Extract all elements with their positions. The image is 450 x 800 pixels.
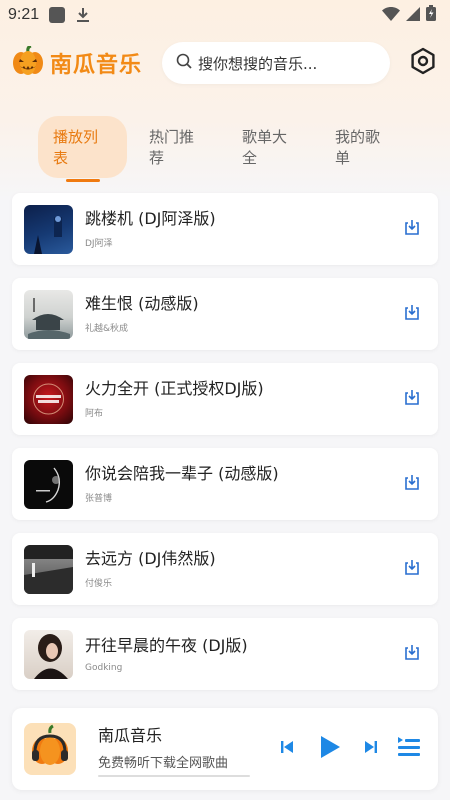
song-list-item[interactable]: 开往早晨的午夜 (DJ版) Godking xyxy=(12,618,438,690)
song-title: 你说会陪我一辈子 (动感版) xyxy=(85,464,279,483)
header: 南瓜音乐 搜你想搜的音乐... xyxy=(0,40,450,86)
download-button[interactable] xyxy=(400,642,424,666)
tab-label: 热门推荐 xyxy=(149,128,195,167)
song-info: 难生恨 (动感版) 礼越&秋成 xyxy=(85,294,400,334)
play-icon xyxy=(316,734,342,764)
song-info: 你说会陪我一辈子 (动感版) 张普博 xyxy=(85,464,400,504)
player-cover xyxy=(24,723,76,775)
song-list: 跳楼机 (DJ阿泽版) DJ阿泽 难生恨 (动感版) 礼越&秋成 火力全开 (正… xyxy=(12,193,438,703)
playlist-button[interactable] xyxy=(392,732,426,766)
settings-button[interactable] xyxy=(408,47,438,79)
song-artist: 阿布 xyxy=(85,409,104,419)
play-button[interactable] xyxy=(308,728,350,770)
song-info: 去远方 (DJ伟然版) 付俊乐 xyxy=(85,549,400,589)
download-icon xyxy=(403,473,421,495)
song-list-item[interactable]: 跳楼机 (DJ阿泽版) DJ阿泽 xyxy=(12,193,438,265)
song-list-item[interactable]: 火力全开 (正式授权DJ版) 阿布 xyxy=(12,363,438,435)
song-artist: 张普博 xyxy=(85,494,113,504)
song-info: 开往早晨的午夜 (DJ版) Godking xyxy=(85,636,400,673)
song-title: 开往早晨的午夜 (DJ版) xyxy=(85,635,248,655)
search-placeholder: 搜你想搜的音乐... xyxy=(198,54,318,73)
battery-icon xyxy=(426,5,436,25)
download-button[interactable] xyxy=(400,302,424,326)
mini-player[interactable]: 南瓜音乐 免费畅听下载全网歌曲 xyxy=(12,708,438,790)
tab-my-playlists[interactable]: 我的歌单 xyxy=(335,126,394,168)
song-title: 跳楼机 (DJ阿泽版) xyxy=(85,209,216,228)
app-name: 南瓜音乐 xyxy=(50,53,143,78)
album-cover xyxy=(24,204,73,254)
status-bar: 9:21 xyxy=(0,0,450,30)
status-icons xyxy=(382,5,436,25)
player-info: 南瓜音乐 免费畅听下载全网歌曲 xyxy=(98,722,250,777)
download-icon xyxy=(403,388,421,410)
tab-bar: 播放列表 热门推荐 歌单大全 我的歌单 xyxy=(38,116,428,182)
song-artist: 付俊乐 xyxy=(85,579,113,589)
download-icon xyxy=(403,558,421,580)
app-logo: 南瓜音乐 xyxy=(12,44,143,80)
download-button[interactable] xyxy=(400,472,424,496)
song-artist: Godking xyxy=(85,662,123,673)
pumpkin-headphones-icon xyxy=(27,724,73,774)
song-artist: 礼越&秋成 xyxy=(85,324,129,334)
song-title: 火力全开 (正式授权DJ版) xyxy=(85,379,264,398)
signal-icon xyxy=(406,6,420,25)
download-notification-icon xyxy=(75,7,91,23)
song-title: 难生恨 (动感版) xyxy=(85,294,199,313)
player-title: 南瓜音乐 xyxy=(98,725,163,745)
tab-label: 歌单大全 xyxy=(242,128,288,167)
album-cover xyxy=(24,289,73,339)
song-info: 火力全开 (正式授权DJ版) 阿布 xyxy=(85,379,400,419)
search-icon xyxy=(176,53,192,73)
tab-label: 播放列表 xyxy=(53,128,99,167)
skip-next-icon xyxy=(363,739,379,759)
wifi-icon xyxy=(382,6,400,25)
download-icon xyxy=(403,218,421,240)
album-cover xyxy=(24,374,73,424)
next-button[interactable] xyxy=(356,734,386,764)
app-notification-icon xyxy=(49,7,66,23)
download-button[interactable] xyxy=(400,387,424,411)
song-list-item[interactable]: 难生恨 (动感版) 礼越&秋成 xyxy=(12,278,438,350)
settings-hexagon-icon xyxy=(409,47,437,79)
download-icon xyxy=(403,303,421,325)
status-time: 9:21 xyxy=(8,6,40,23)
album-cover xyxy=(24,629,73,679)
download-button[interactable] xyxy=(400,557,424,581)
album-cover xyxy=(24,544,73,594)
active-tab-indicator xyxy=(65,179,100,182)
player-subtitle: 免费畅听下载全网歌曲 xyxy=(98,755,229,771)
song-title: 去远方 (DJ伟然版) xyxy=(85,549,216,568)
song-list-item[interactable]: 你说会陪我一辈子 (动感版) 张普博 xyxy=(12,448,438,520)
player-controls xyxy=(272,728,426,770)
song-artist: DJ阿泽 xyxy=(85,239,113,249)
previous-button[interactable] xyxy=(272,734,302,764)
tab-playlist-collection[interactable]: 歌单大全 xyxy=(242,126,301,168)
album-cover xyxy=(24,459,73,509)
progress-bar[interactable] xyxy=(98,774,250,777)
song-info: 跳楼机 (DJ阿泽版) DJ阿泽 xyxy=(85,209,400,249)
song-list-item[interactable]: 去远方 (DJ伟然版) 付俊乐 xyxy=(12,533,438,605)
tab-label: 我的歌单 xyxy=(335,128,381,167)
pumpkin-logo-icon xyxy=(12,44,44,80)
playlist-icon xyxy=(396,734,422,764)
skip-previous-icon xyxy=(279,739,295,759)
tab-playlist[interactable]: 播放列表 xyxy=(38,116,127,182)
tab-hot-recommend[interactable]: 热门推荐 xyxy=(149,126,208,168)
search-input[interactable]: 搜你想搜的音乐... xyxy=(162,42,391,84)
download-icon xyxy=(403,643,421,665)
download-button[interactable] xyxy=(400,217,424,241)
